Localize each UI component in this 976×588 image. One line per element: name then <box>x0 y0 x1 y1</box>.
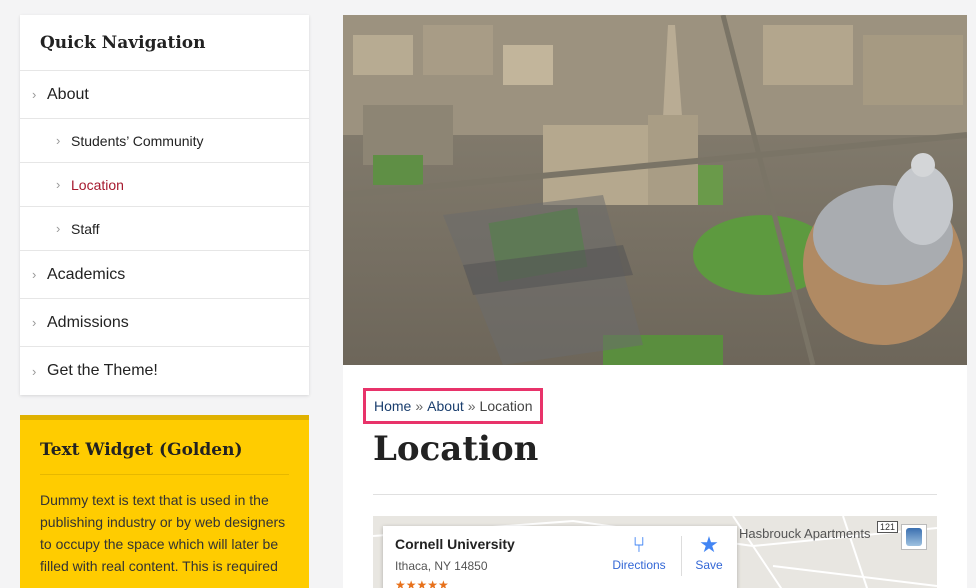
nav-item-staff[interactable]: › Staff <box>20 207 309 251</box>
main-content: Home » About » Location Location Cornell… <box>343 15 967 588</box>
nav-item-label: Location <box>71 176 124 193</box>
star-icon: ★ <box>699 532 719 557</box>
nav-item-location[interactable]: › Location <box>20 163 309 207</box>
chevron-right-icon: › <box>56 177 61 192</box>
directions-icon: ⑂ <box>632 532 646 557</box>
nav-item-label: Students’ Community <box>71 132 204 149</box>
nav-item-label: About <box>47 85 89 103</box>
chevron-right-icon: › <box>32 315 37 330</box>
nav-item-label: Admissions <box>47 313 129 331</box>
breadcrumb-home-link[interactable]: Home <box>374 398 411 414</box>
save-label: Save <box>695 558 723 572</box>
title-divider <box>373 494 937 495</box>
chevron-right-icon: › <box>32 363 37 379</box>
aerial-city-image <box>343 15 967 365</box>
breadcrumb: Home » About » Location <box>363 388 543 424</box>
nav-item-students-community[interactable]: › Students’ Community <box>20 119 309 163</box>
quick-navigation-widget: Quick Navigation › About › Students’ Com… <box>20 15 309 395</box>
nav-item-academics[interactable]: › Academics <box>20 251 309 299</box>
chevron-right-icon: › <box>56 133 61 148</box>
map-place-address: Ithaca, NY 14850 <box>395 559 488 573</box>
nav-item-about[interactable]: › About <box>20 71 309 119</box>
chevron-right-icon: › <box>32 267 37 282</box>
nav-item-get-the-theme[interactable]: › Get the Theme! <box>20 347 309 395</box>
widget-text: Dummy text is text that is used in the p… <box>40 492 286 574</box>
chevron-right-icon: › <box>56 221 61 236</box>
text-widget-golden: Text Widget (Golden) Dummy text is text … <box>20 415 309 588</box>
embedded-map[interactable]: Cornell University Ithaca, NY 14850 ★★★★… <box>373 516 937 588</box>
directions-label: Directions <box>612 558 666 572</box>
directions-button[interactable]: ⑂ Directions <box>609 532 669 572</box>
nav-item-admissions[interactable]: › Admissions <box>20 299 309 347</box>
save-button[interactable]: ★ Save <box>679 532 739 572</box>
hero-image <box>343 15 967 365</box>
breadcrumb-about-link[interactable]: About <box>427 398 464 414</box>
street-view-pegman-icon[interactable] <box>901 524 927 550</box>
sidebar: Quick Navigation › About › Students’ Com… <box>20 15 309 588</box>
road-number-shield: 121 <box>877 521 899 533</box>
breadcrumb-current: Location <box>479 398 533 414</box>
rating-stars: ★★★★★ <box>395 578 449 588</box>
chevron-right-icon: › <box>32 87 37 102</box>
map-nearby-label: Hasbrouck Apartments <box>739 526 871 541</box>
nav-item-label: Get the Theme! <box>47 362 158 379</box>
widget-title: Text Widget (Golden) <box>40 440 289 475</box>
breadcrumb-separator: » <box>467 398 476 414</box>
map-place-name: Cornell University <box>395 536 515 552</box>
nav-item-label: Staff <box>71 220 100 237</box>
nav-item-label: Academics <box>47 265 126 283</box>
quick-navigation-title: Quick Navigation <box>20 15 309 71</box>
page-title: Location <box>373 429 539 469</box>
breadcrumb-separator: » <box>415 398 424 414</box>
map-place-card: Cornell University Ithaca, NY 14850 ★★★★… <box>383 526 737 588</box>
